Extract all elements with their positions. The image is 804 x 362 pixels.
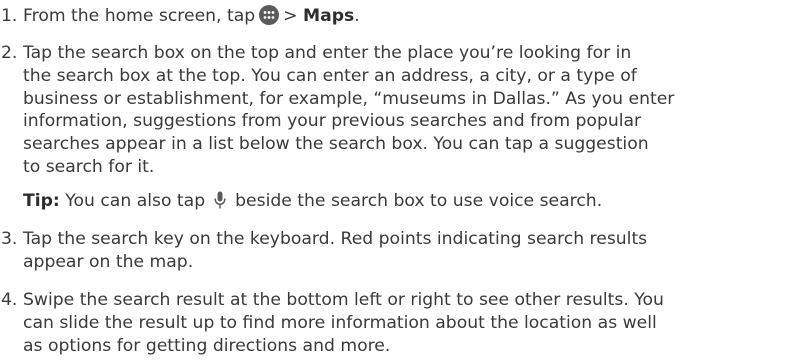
step-4-line: can slide the result up to find more inf… (23, 312, 657, 333)
step-3-text: Tap the search key on the keyboard. Red … (23, 228, 803, 274)
microphone-icon (213, 190, 227, 210)
step-number: 4. (1, 290, 18, 310)
step-2-line: the search box at the top. You can enter… (23, 65, 637, 86)
apps-grid-icon (259, 5, 280, 25)
instructions-document: 1. From the home screen, tap > Maps. 2. T… (0, 0, 804, 362)
tip-label: Tip: (23, 191, 60, 211)
tip-text-after-icon: beside the search box to use voice searc… (235, 191, 603, 211)
step-2-line: Tap the search box on the top and enter … (23, 43, 632, 63)
step-1-text: From the home screen, tap > Maps. (23, 5, 803, 28)
step-number: 3. (1, 229, 18, 249)
tip-note: Tip: You can also tap beside the search b… (23, 190, 803, 213)
step-number: 1. (1, 6, 18, 26)
step-3-line: Tap the search key on the keyboard. Red … (23, 229, 648, 249)
step-2-line: searches appear in a list below the sear… (23, 134, 649, 155)
step-2-text: Tap the search box on the top and enter … (23, 42, 803, 179)
step-2-line: business or establishment, for example, … (23, 88, 675, 109)
tip-text-before-icon: You can also tap (65, 191, 206, 211)
step-2-line: information, suggestions from your previ… (23, 111, 642, 132)
step-4-text: Swipe the search result at the bottom le… (23, 289, 803, 357)
step-4-line: as options for getting directions and mo… (23, 335, 391, 356)
step-4-line: Swipe the search result at the bottom le… (23, 290, 664, 310)
step-number: 2. (1, 43, 18, 63)
step-2-line: to search for it. (23, 156, 155, 177)
step-3-line: appear on the map. (23, 251, 194, 272)
step-1-period: . (354, 6, 360, 26)
menu-separator: > (283, 6, 298, 26)
step-1-text-before-icon: From the home screen, tap (23, 6, 256, 26)
maps-app-label: Maps (303, 6, 355, 26)
